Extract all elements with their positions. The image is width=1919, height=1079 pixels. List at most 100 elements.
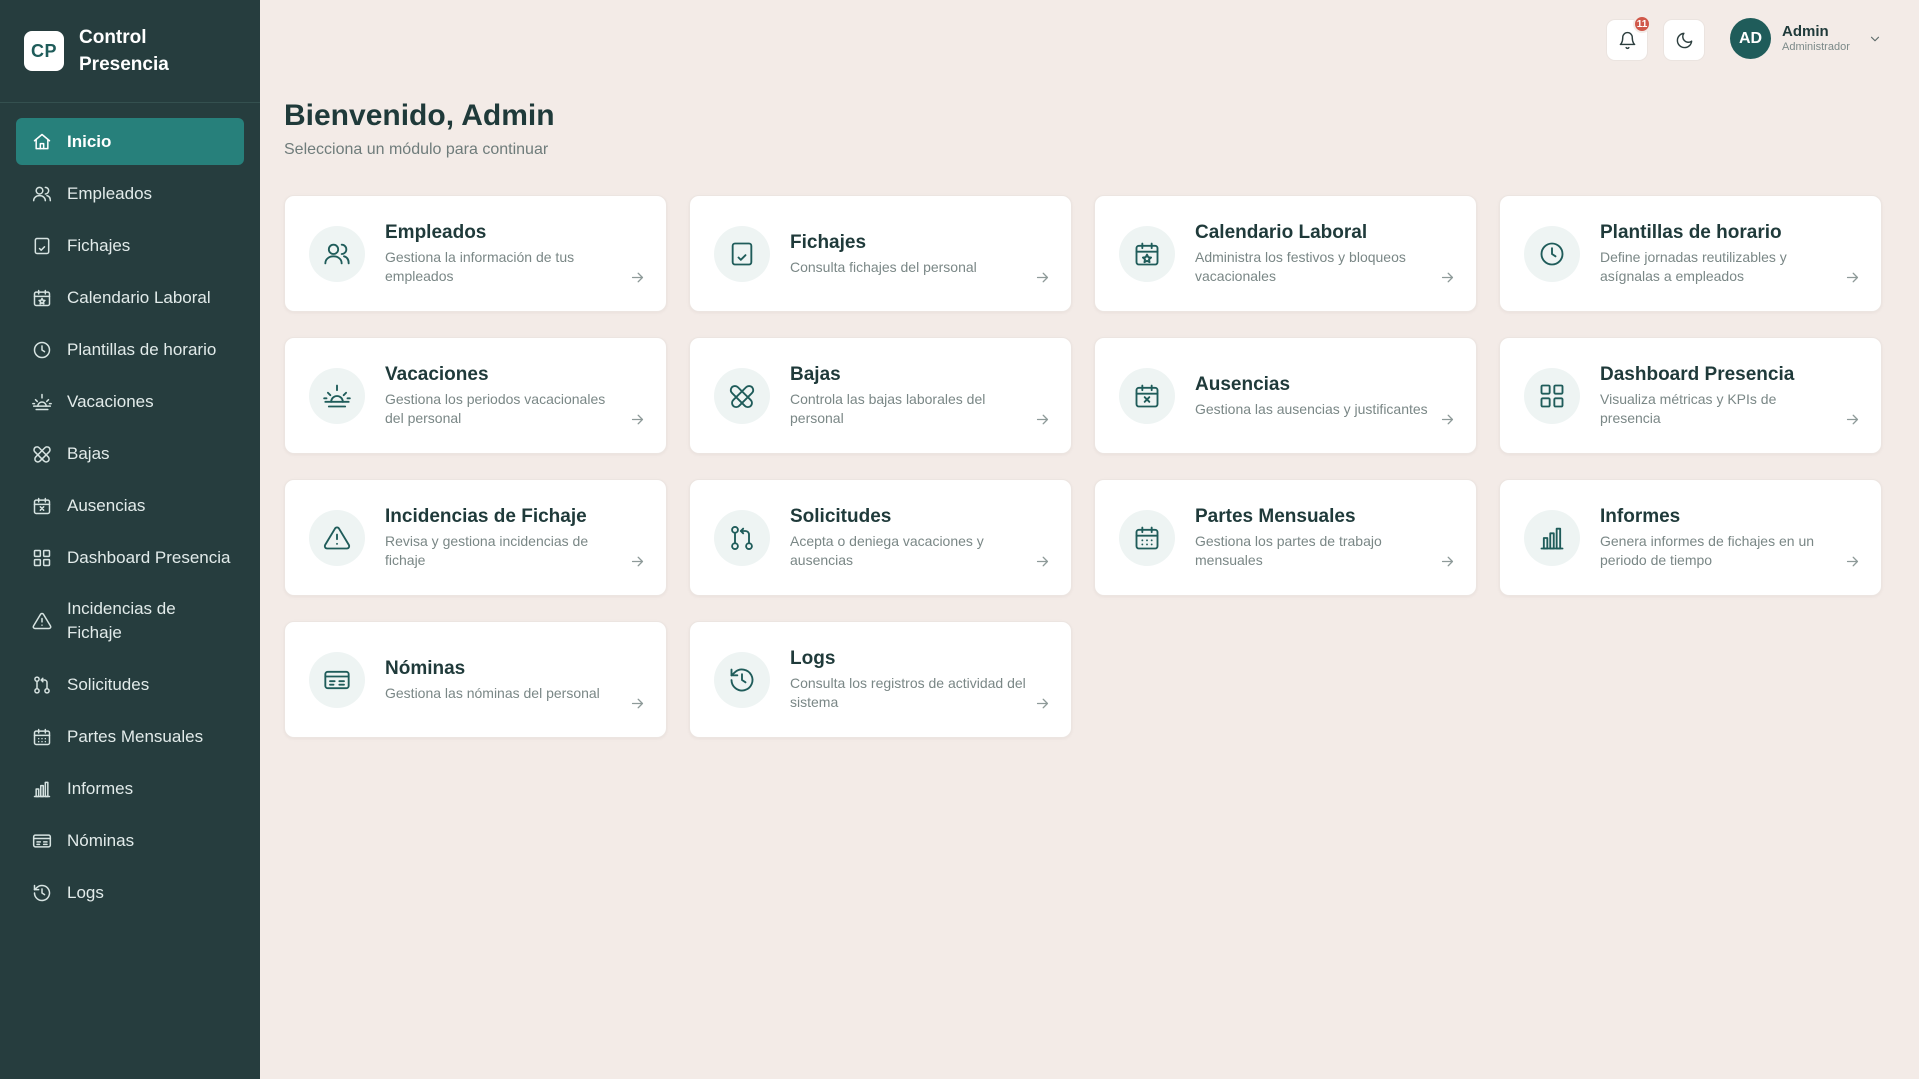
clock-icon bbox=[32, 340, 52, 360]
users-icon bbox=[309, 225, 365, 282]
module-card-logs[interactable]: Logs Consulta los registros de actividad… bbox=[689, 621, 1072, 738]
arrow-right-icon bbox=[1844, 553, 1861, 570]
card-title: Plantillas de horario bbox=[1600, 222, 1782, 243]
sidebar-item-incidencias-fichaje[interactable]: Incidencias de Fichaje bbox=[16, 586, 244, 656]
sidebar-item-label: Ausencias bbox=[67, 495, 146, 515]
module-card-calendario-laboral[interactable]: Calendario Laboral Administra los festiv… bbox=[1094, 195, 1477, 312]
arrow-right-icon bbox=[1034, 269, 1051, 286]
module-card-solicitudes[interactable]: Solicitudes Acepta o deniega vacaciones … bbox=[689, 479, 1072, 596]
card-title: Informes bbox=[1600, 506, 1681, 527]
arrow-right-icon bbox=[1034, 553, 1051, 570]
card-description: Gestiona las ausencias y justificantes bbox=[1195, 400, 1428, 417]
module-card-partes-mensuales[interactable]: Partes Mensuales Gestiona los partes de … bbox=[1094, 479, 1477, 596]
tablet-check-icon bbox=[32, 236, 52, 256]
bandage-icon bbox=[32, 444, 52, 464]
sunrise-icon bbox=[32, 392, 52, 412]
card-text: Empleados Gestiona la información de tus… bbox=[385, 221, 625, 286]
sidebar-item-bajas[interactable]: Bajas bbox=[16, 430, 244, 477]
sidebar-item-empleados[interactable]: Empleados bbox=[16, 170, 244, 217]
sidebar-item-fichajes[interactable]: Fichajes bbox=[16, 222, 244, 269]
home-icon bbox=[32, 132, 52, 152]
sidebar-item-label: Solicitudes bbox=[67, 674, 150, 694]
module-card-incidencias-fichaje[interactable]: Incidencias de Fichaje Revisa y gestiona… bbox=[284, 479, 667, 596]
sidebar-item-label: Logs bbox=[67, 882, 104, 902]
card-description: Visualiza métricas y KPIs de presencia bbox=[1600, 391, 1777, 426]
card-title: Logs bbox=[790, 648, 836, 669]
notifications-badge: 11 bbox=[1633, 15, 1651, 33]
module-card-dashboard-presencia[interactable]: Dashboard Presencia Visualiza métricas y… bbox=[1499, 337, 1882, 454]
sidebar-item-label: Empleados bbox=[67, 183, 153, 203]
sidebar-item-plantillas-horario[interactable]: Plantillas de horario bbox=[16, 326, 244, 373]
card-description: Gestiona los partes de trabajo mensuales bbox=[1195, 533, 1382, 568]
brand-title: Control Presencia bbox=[79, 27, 169, 75]
card-title: Dashboard Presencia bbox=[1600, 364, 1795, 385]
sidebar-item-label: Dashboard Presencia bbox=[67, 547, 231, 567]
theme-toggle-button[interactable] bbox=[1663, 19, 1705, 61]
calendar-grid-icon bbox=[1119, 509, 1175, 566]
card-description: Gestiona los periodos vacacionales del p… bbox=[385, 391, 606, 426]
brand-logo: CP bbox=[24, 31, 64, 71]
sidebar-item-dashboard-presencia[interactable]: Dashboard Presencia bbox=[16, 534, 244, 581]
user-info: Admin Administrador bbox=[1782, 23, 1850, 54]
sidebar-item-solicitudes[interactable]: Solicitudes bbox=[16, 661, 244, 708]
sidebar-item-vacaciones[interactable]: Vacaciones bbox=[16, 378, 244, 425]
card-title: Calendario Laboral bbox=[1195, 222, 1368, 243]
sidebar-item-informes[interactable]: Informes bbox=[16, 765, 244, 812]
module-card-bajas[interactable]: Bajas Controla las bajas laborales del p… bbox=[689, 337, 1072, 454]
bell-icon bbox=[1618, 31, 1637, 50]
card-title: Bajas bbox=[790, 364, 841, 385]
module-card-ausencias[interactable]: Ausencias Gestiona las ausencias y justi… bbox=[1094, 337, 1477, 454]
bar-chart-icon bbox=[1524, 509, 1580, 566]
grid-icon bbox=[32, 548, 52, 568]
arrow-right-icon bbox=[1844, 411, 1861, 428]
sidebar-item-logs[interactable]: Logs bbox=[16, 869, 244, 916]
card-description: Consulta los registros de actividad del … bbox=[790, 675, 1026, 710]
card-description: Define jornadas reutilizables y asígnala… bbox=[1600, 249, 1787, 284]
module-card-empleados[interactable]: Empleados Gestiona la información de tus… bbox=[284, 195, 667, 312]
grid-icon bbox=[1524, 367, 1580, 424]
arrow-right-icon bbox=[1034, 695, 1051, 712]
card-text: Bajas Controla las bajas laborales del p… bbox=[790, 363, 1030, 428]
sidebar-item-nominas[interactable]: Nóminas bbox=[16, 817, 244, 864]
brand[interactable]: CP Control Presencia bbox=[0, 0, 260, 103]
module-card-vacaciones[interactable]: Vacaciones Gestiona los periodos vacacio… bbox=[284, 337, 667, 454]
arrow-right-icon bbox=[1439, 411, 1456, 428]
arrow-right-icon bbox=[629, 269, 646, 286]
module-card-informes[interactable]: Informes Genera informes de fichajes en … bbox=[1499, 479, 1882, 596]
alert-triangle-icon bbox=[32, 611, 52, 631]
user-role: Administrador bbox=[1782, 41, 1850, 53]
card-description: Administra los festivos y bloqueos vacac… bbox=[1195, 249, 1406, 284]
sunrise-icon bbox=[309, 367, 365, 424]
card-text: Solicitudes Acepta o deniega vacaciones … bbox=[790, 505, 1030, 570]
history-icon bbox=[714, 651, 770, 708]
calendar-x-icon bbox=[32, 496, 52, 516]
payroll-icon bbox=[32, 831, 52, 851]
arrow-right-icon bbox=[1439, 553, 1456, 570]
notifications-button[interactable]: 11 bbox=[1606, 15, 1651, 61]
module-card-fichajes[interactable]: Fichajes Consulta fichajes del personal bbox=[689, 195, 1072, 312]
card-title: Ausencias bbox=[1195, 373, 1291, 395]
calendar-star-icon bbox=[1119, 225, 1175, 282]
sidebar-item-partes-mensuales[interactable]: Partes Mensuales bbox=[16, 713, 244, 760]
users-icon bbox=[32, 184, 52, 204]
sidebar-item-label: Incidencias de Fichaje bbox=[67, 599, 176, 642]
card-title: Empleados bbox=[385, 222, 487, 243]
user-menu[interactable]: AD Admin Administrador bbox=[1730, 18, 1882, 59]
page-subtitle: Selecciona un módulo para continuar bbox=[284, 141, 549, 158]
history-icon bbox=[32, 883, 52, 903]
sidebar-item-label: Bajas bbox=[67, 443, 110, 463]
arrow-right-icon bbox=[629, 411, 646, 428]
arrow-right-icon bbox=[1439, 269, 1456, 286]
module-card-nominas[interactable]: Nóminas Gestiona las nóminas del persona… bbox=[284, 621, 667, 738]
card-description: Acepta o deniega vacaciones y ausencias bbox=[790, 533, 984, 568]
sidebar-item-ausencias[interactable]: Ausencias bbox=[16, 482, 244, 529]
module-card-plantillas-horario[interactable]: Plantillas de horario Define jornadas re… bbox=[1499, 195, 1882, 312]
sidebar-item-calendario-laboral[interactable]: Calendario Laboral bbox=[16, 274, 244, 321]
card-text: Plantillas de horario Define jornadas re… bbox=[1600, 221, 1840, 286]
card-text: Ausencias Gestiona las ausencias y justi… bbox=[1195, 373, 1445, 419]
sidebar-nav: Inicio Empleados Fichajes Calendario Lab… bbox=[0, 103, 260, 916]
module-grid: Empleados Gestiona la información de tus… bbox=[284, 195, 1882, 738]
card-text: Incidencias de Fichaje Revisa y gestiona… bbox=[385, 505, 625, 570]
card-title: Nóminas bbox=[385, 657, 466, 679]
sidebar-item-inicio[interactable]: Inicio bbox=[16, 118, 244, 165]
